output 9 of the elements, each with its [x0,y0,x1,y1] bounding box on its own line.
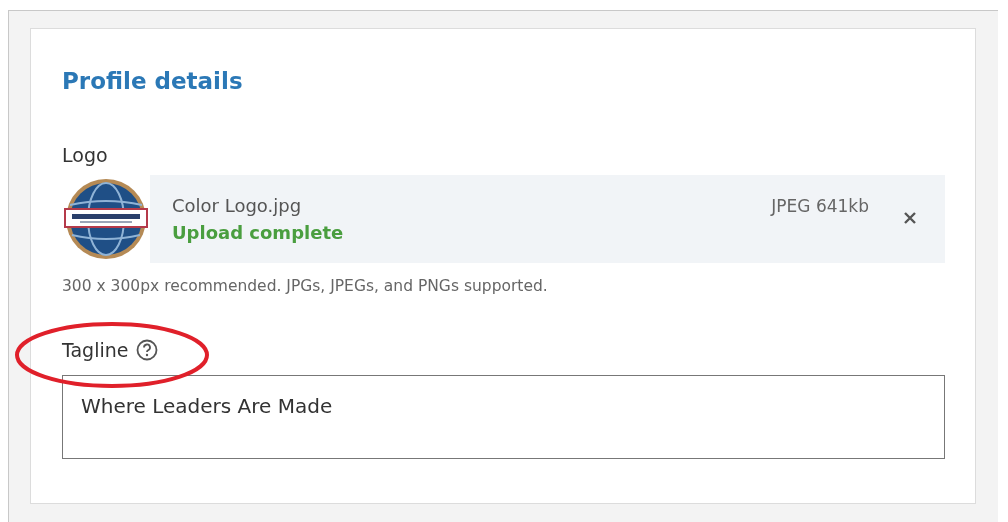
section-title: Profile details [62,67,244,96]
tagline-field[interactable]: Where Leaders Are Made [62,375,945,459]
field-label: Tagline [62,338,129,363]
upload-status: Upload complete [172,221,345,245]
file-info: JPEG 641kb [771,195,869,218]
file-name: Color Logo.jpg [172,194,303,218]
hint-text: 300 x 300px recommended. JPGs, JPEGs, and PNGs supported. [62,276,549,297]
help-icon[interactable] [136,339,159,361]
field-label: Logo [62,143,109,168]
